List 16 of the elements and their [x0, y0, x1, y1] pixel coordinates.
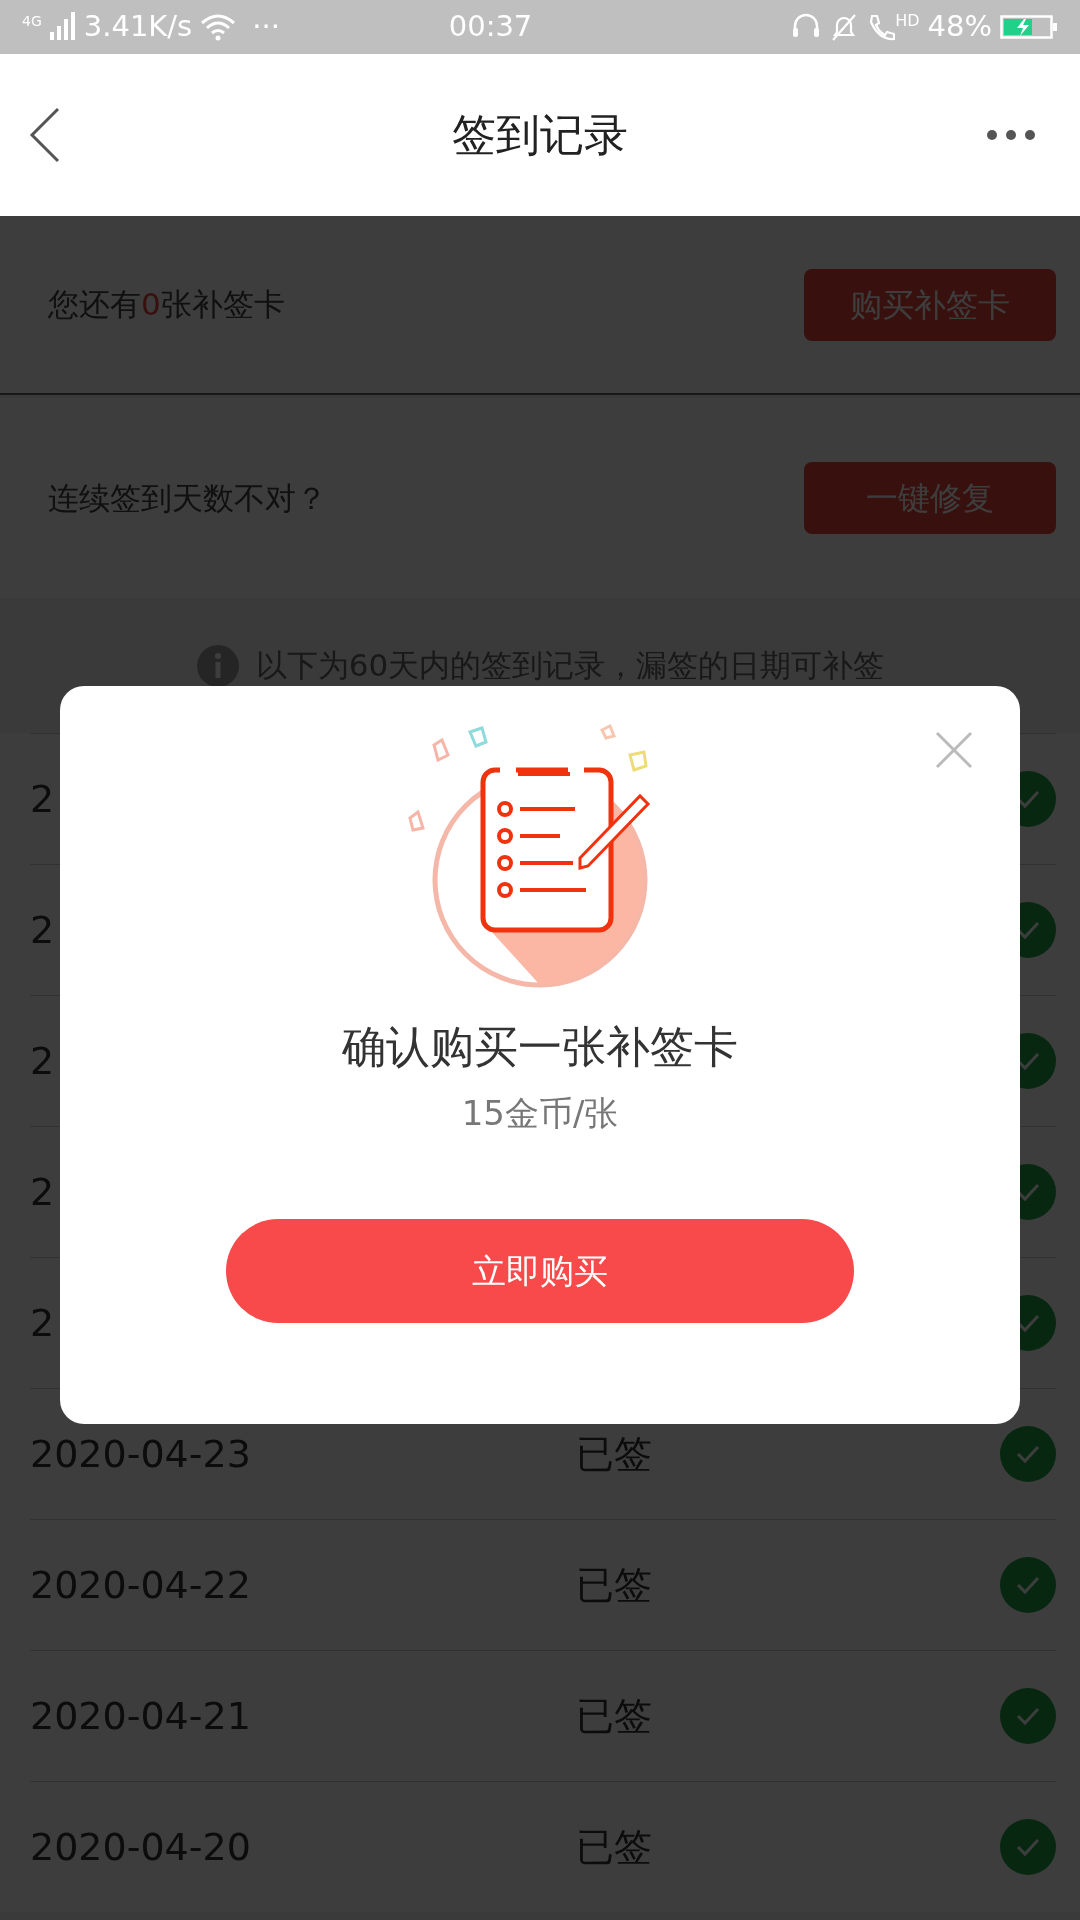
battery-percent: 48%	[927, 8, 992, 46]
battery-charging-icon	[1000, 13, 1058, 41]
wifi-icon	[200, 13, 237, 41]
price-text: 15金币/张	[461, 1092, 619, 1135]
signal-icon	[49, 12, 76, 42]
back-icon[interactable]	[28, 107, 62, 163]
network-label: 4G	[22, 12, 42, 32]
page-title: 签到记录	[452, 108, 628, 162]
network-speed: 3.41K/s	[83, 8, 193, 46]
buy-now-button[interactable]: 立即购买	[226, 1219, 854, 1323]
clock: 00:37	[448, 9, 533, 44]
more-icon[interactable]	[986, 129, 1036, 141]
call-label: HD	[895, 10, 920, 33]
phone-icon	[867, 12, 896, 42]
dialog-title: 确认购买一张补签卡	[342, 1020, 738, 1074]
more-indicator: ···	[252, 8, 280, 46]
